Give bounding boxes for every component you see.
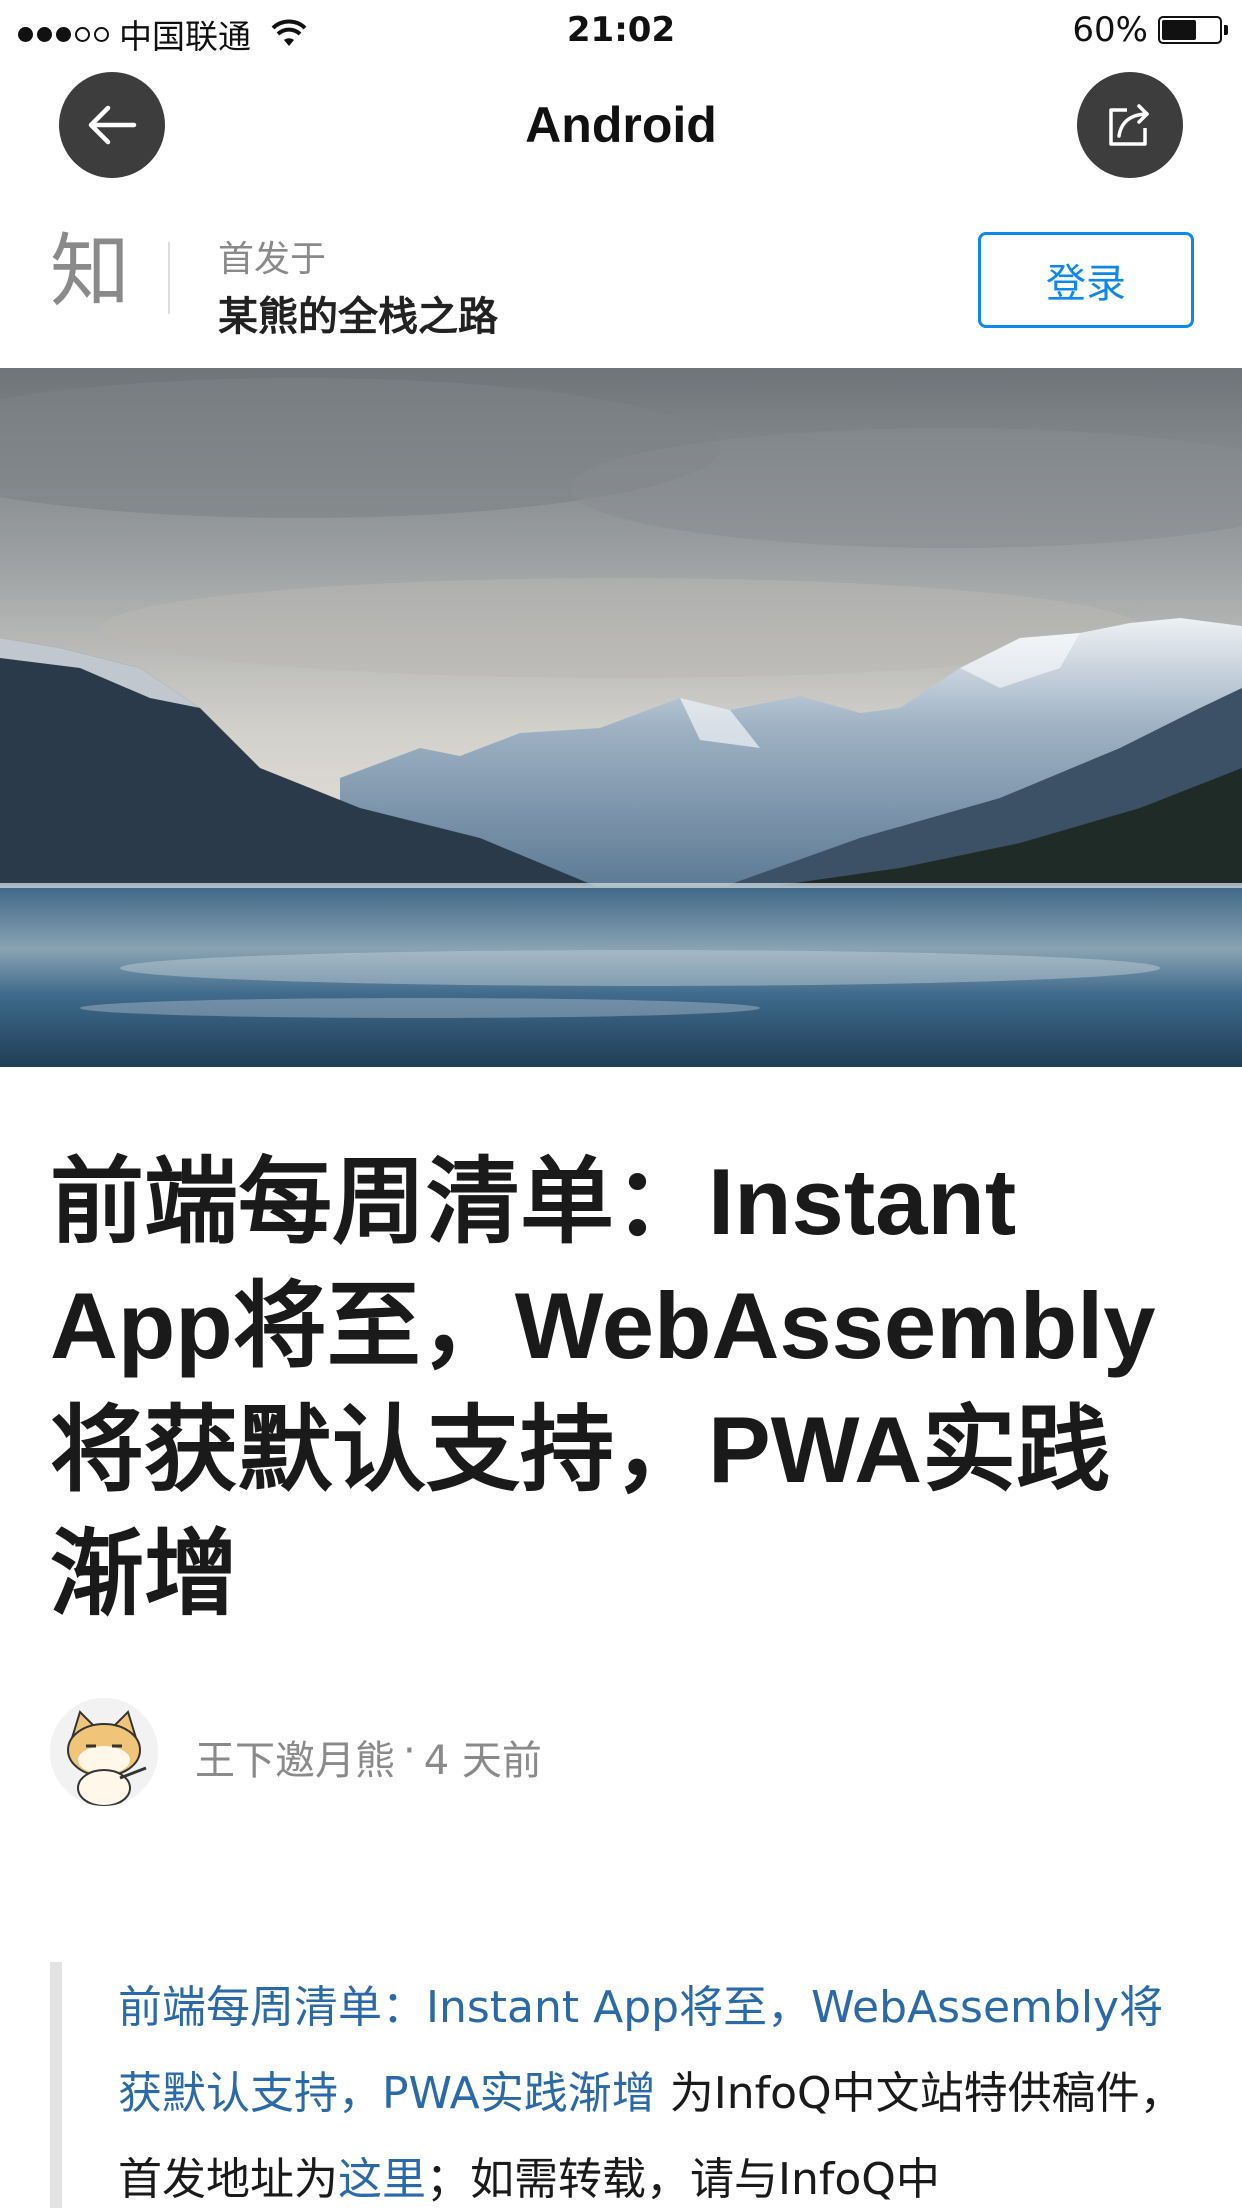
battery-fill	[1162, 20, 1196, 40]
zhihu-logo[interactable]: 知	[50, 232, 130, 312]
publication-bar: 知 首发于 某熊的全栈之路 登录	[0, 212, 1242, 362]
original-address-link[interactable]: 这里	[338, 2154, 426, 2205]
battery-icon	[1158, 16, 1228, 44]
author-meta: 王下邀月熊 · 4 天前	[195, 1728, 542, 1786]
battery-percent: 60%	[1072, 10, 1148, 50]
hero-image	[0, 368, 1242, 1067]
column-name-link[interactable]: 某熊的全栈之路	[218, 284, 498, 342]
meta-separator: ·	[403, 1728, 416, 1774]
author-row: 王下邀月熊 · 4 天前	[50, 1698, 1200, 1808]
publish-time: 4 天前	[423, 1738, 542, 1784]
blockquote-bar	[50, 1962, 62, 2208]
published-in-label: 首发于	[218, 239, 327, 280]
share-icon	[1109, 104, 1149, 146]
author-name[interactable]: 王下邀月熊	[195, 1728, 395, 1786]
share-button[interactable]	[1077, 72, 1183, 178]
status-time: 21:02	[566, 10, 676, 50]
quote-text-tail: ；如需转载，请与InfoQ中	[426, 2154, 940, 2205]
nav-bar: Android	[0, 68, 1242, 180]
article-page: 中国联通 21:02 60% Android 知 首发于 某熊的全栈之路 登录 …	[0, 0, 1242, 2208]
cartoon-cat-avatar	[50, 1698, 158, 1806]
login-button[interactable]: 登录	[978, 232, 1194, 328]
page-title: Android	[525, 97, 717, 153]
article-title: 前端每周清单：Instant App将至，WebAssembly将获默认支持，P…	[50, 1149, 1156, 1626]
status-bar: 中国联通 21:02 60%	[0, 0, 1242, 60]
status-right: 60%	[1072, 10, 1228, 50]
intro-blockquote: 前端每周清单：Instant App将至，WebAssembly将获默认支持，P…	[118, 1965, 1198, 2208]
avatar[interactable]	[50, 1698, 158, 1806]
divider	[168, 242, 170, 314]
mountain-lake-image	[0, 368, 1242, 1067]
